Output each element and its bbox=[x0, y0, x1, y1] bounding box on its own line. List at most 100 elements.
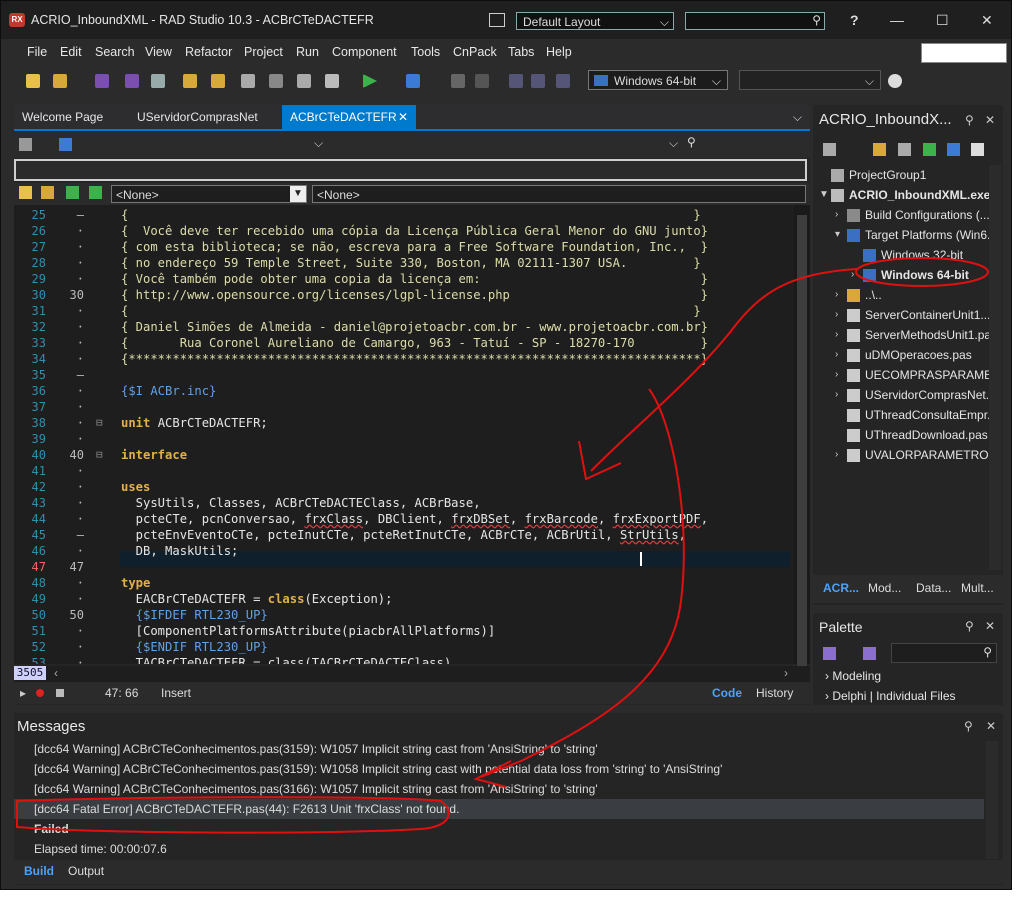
menu-search[interactable]: Search bbox=[95, 45, 135, 59]
code-line[interactable]: 33 · { Rua Coronel Aureliano de Camargo, 9… bbox=[14, 335, 794, 351]
code-line[interactable]: 34 · {************************************… bbox=[14, 351, 794, 367]
macro-icon[interactable]: ▸ bbox=[20, 682, 26, 704]
expand-arrow-icon[interactable]: › bbox=[835, 305, 838, 325]
code-line[interactable]: 29 · { Você também pode obter uma copia da… bbox=[14, 271, 794, 287]
fold-toggle-icon[interactable]: ⊟ bbox=[96, 415, 103, 431]
code-area[interactable]: 25 – { } 26 · { Você deve ter recebido uma có… bbox=[14, 205, 794, 664]
code-line[interactable]: 31 · { } bbox=[14, 303, 794, 319]
ide-insight-search[interactable] bbox=[921, 43, 1007, 63]
add-icon[interactable] bbox=[873, 143, 886, 156]
maximize-button[interactable]: ☐ bbox=[936, 12, 949, 29]
open-icon[interactable] bbox=[53, 74, 67, 88]
expand-arrow-icon[interactable]: › bbox=[835, 345, 838, 365]
code-line[interactable]: 49 · EACBrCTeDACTEFR = class(Exception); bbox=[14, 591, 794, 607]
code-line[interactable]: 37 · bbox=[14, 399, 794, 415]
help-button[interactable]: ? bbox=[850, 12, 859, 28]
code-line[interactable]: 48 · type bbox=[14, 575, 794, 591]
disk-icon[interactable] bbox=[59, 138, 72, 151]
message-line[interactable]: [dcc64 Warning] ACBrCTeConhecimentos.pas… bbox=[34, 739, 598, 759]
cnpack-icon[interactable] bbox=[66, 186, 79, 199]
toggle-form-unit-icon[interactable] bbox=[241, 74, 255, 88]
view-unit-icon[interactable] bbox=[269, 74, 283, 88]
menu-component[interactable]: Component bbox=[332, 45, 397, 59]
options-icon[interactable] bbox=[971, 143, 984, 156]
scroll-left-icon[interactable]: ‹ bbox=[54, 666, 58, 680]
menu-help[interactable]: Help bbox=[546, 45, 572, 59]
code-line[interactable]: 52 · {$ENDIF RTL230_UP} bbox=[14, 639, 794, 655]
tab-history[interactable]: History bbox=[756, 682, 793, 704]
close-tab-icon[interactable]: ✕ bbox=[398, 105, 408, 129]
tab-projects[interactable]: ACR... bbox=[823, 581, 859, 595]
add-to-project-icon[interactable] bbox=[183, 74, 197, 88]
trace-into-icon[interactable] bbox=[509, 74, 523, 88]
close-icon[interactable]: ✕ bbox=[985, 619, 995, 633]
pin-icon[interactable]: ⚲ bbox=[965, 619, 974, 633]
title-search-input[interactable]: ⚲ bbox=[685, 12, 825, 30]
code-line[interactable]: 45 – pcteEnvEventoCTe, pcteInutCTe, pcteR… bbox=[14, 527, 794, 543]
code-line[interactable]: 40 40 ⊟ interface bbox=[14, 447, 794, 463]
code-line[interactable]: 44 · pcteCTe, pcnConversao, frxClass, DBC… bbox=[14, 511, 794, 527]
class-selector[interactable]: <None> ▼ bbox=[111, 185, 307, 203]
tab-code[interactable]: Code bbox=[712, 682, 742, 704]
view-form-icon[interactable] bbox=[297, 74, 311, 88]
menu-view[interactable]: View bbox=[145, 45, 172, 59]
code-line[interactable]: 25 – { } bbox=[14, 207, 794, 223]
messages-scrollbar[interactable] bbox=[986, 741, 998, 859]
code-line[interactable]: 42 · uses bbox=[14, 479, 794, 495]
editor-horizontal-scrollbar[interactable]: ‹ › bbox=[14, 666, 810, 682]
run-without-debugging-icon[interactable] bbox=[406, 74, 420, 88]
save-icon[interactable] bbox=[95, 74, 109, 88]
tab-welcome-page[interactable]: Welcome Page bbox=[14, 105, 129, 129]
message-line[interactable]: [dcc64 Warning] ACBrCTeConhecimentos.pas… bbox=[34, 759, 722, 779]
search-icon[interactable]: ⚲ bbox=[687, 135, 696, 149]
tab-output[interactable]: Output bbox=[68, 864, 104, 878]
scroll-thumb[interactable] bbox=[797, 215, 807, 675]
fold-toggle-icon[interactable]: ⊟ bbox=[96, 447, 103, 463]
code-line[interactable]: 30 30 { http://www.opensource.org/licenses… bbox=[14, 287, 794, 303]
build-config-selector[interactable]: ⌵ bbox=[739, 70, 881, 90]
remove-from-project-icon[interactable] bbox=[211, 74, 225, 88]
palette-search-input[interactable]: ⚲ bbox=[891, 643, 997, 663]
run-to-return-icon[interactable] bbox=[556, 74, 570, 88]
device-icon[interactable] bbox=[888, 74, 902, 88]
new-form-icon[interactable] bbox=[325, 74, 339, 88]
layers-icon[interactable] bbox=[19, 138, 32, 151]
expand-arrow-icon[interactable]: › bbox=[835, 385, 838, 405]
sync-icon[interactable] bbox=[823, 143, 836, 156]
code-line[interactable]: 38 · ⊟ unit ACBrCTeDACTEFR; bbox=[14, 415, 794, 431]
tab-model[interactable]: Mod... bbox=[868, 581, 901, 595]
palette-item[interactable]: › Modeling bbox=[825, 669, 881, 683]
stop-macro-icon[interactable] bbox=[56, 689, 64, 697]
tab-uservidorcomprasnet[interactable]: UServidorComprasNet bbox=[129, 105, 284, 129]
close-button[interactable]: ✕ bbox=[981, 12, 993, 29]
palette-item[interactable]: › Delphi | Individual Files bbox=[825, 689, 956, 703]
build-icon[interactable] bbox=[947, 143, 960, 156]
open-project-icon[interactable] bbox=[151, 74, 165, 88]
chevron-down-icon[interactable]: ⌵ bbox=[669, 136, 678, 151]
code-line[interactable]: 51 · [ComponentPlatformsAttribute(piacbrA… bbox=[14, 623, 794, 639]
code-line[interactable]: 50 50 {$IFDEF RTL230_UP} bbox=[14, 607, 794, 623]
menu-edit[interactable]: Edit bbox=[60, 45, 82, 59]
code-line[interactable]: 26 · { Você deve ter recebido uma cópia da… bbox=[14, 223, 794, 239]
palette-pointer-icon[interactable] bbox=[863, 647, 876, 660]
message-line[interactable]: [dcc64 Warning] ACBrCTeConhecimentos.pas… bbox=[34, 779, 598, 799]
menu-tabs[interactable]: Tabs bbox=[508, 45, 534, 59]
remove-icon[interactable] bbox=[898, 143, 911, 156]
tabs-dropdown-icon[interactable]: ⌵ bbox=[793, 105, 802, 129]
code-line[interactable]: 27 · { com esta biblioteca; se não, escrev… bbox=[14, 239, 794, 255]
record-icon[interactable] bbox=[36, 689, 44, 697]
menu-tools[interactable]: Tools bbox=[411, 45, 440, 59]
step-over-icon[interactable] bbox=[531, 74, 545, 88]
tab-acbrctedactefr[interactable]: ACBrCTeDACTEFR ✕ bbox=[282, 105, 416, 129]
menu-cnpack[interactable]: CnPack bbox=[453, 45, 497, 59]
chevron-down-icon[interactable]: ⌵ bbox=[314, 136, 323, 151]
code-line[interactable]: 39 · bbox=[14, 431, 794, 447]
code-line[interactable]: 46 · DB, MaskUtils; bbox=[14, 543, 794, 559]
expand-arrow-icon[interactable]: › bbox=[835, 285, 838, 305]
tab-build[interactable]: Build bbox=[24, 864, 54, 878]
fatal-error-message[interactable]: [dcc64 Fatal Error] ACBrCTeDACTEFR.pas(4… bbox=[34, 799, 459, 819]
menu-run[interactable]: Run bbox=[296, 45, 319, 59]
expand-arrow-icon[interactable]: › bbox=[835, 365, 838, 385]
expand-arrow-icon[interactable]: › bbox=[835, 205, 838, 225]
palette-categories-icon[interactable] bbox=[823, 647, 836, 660]
